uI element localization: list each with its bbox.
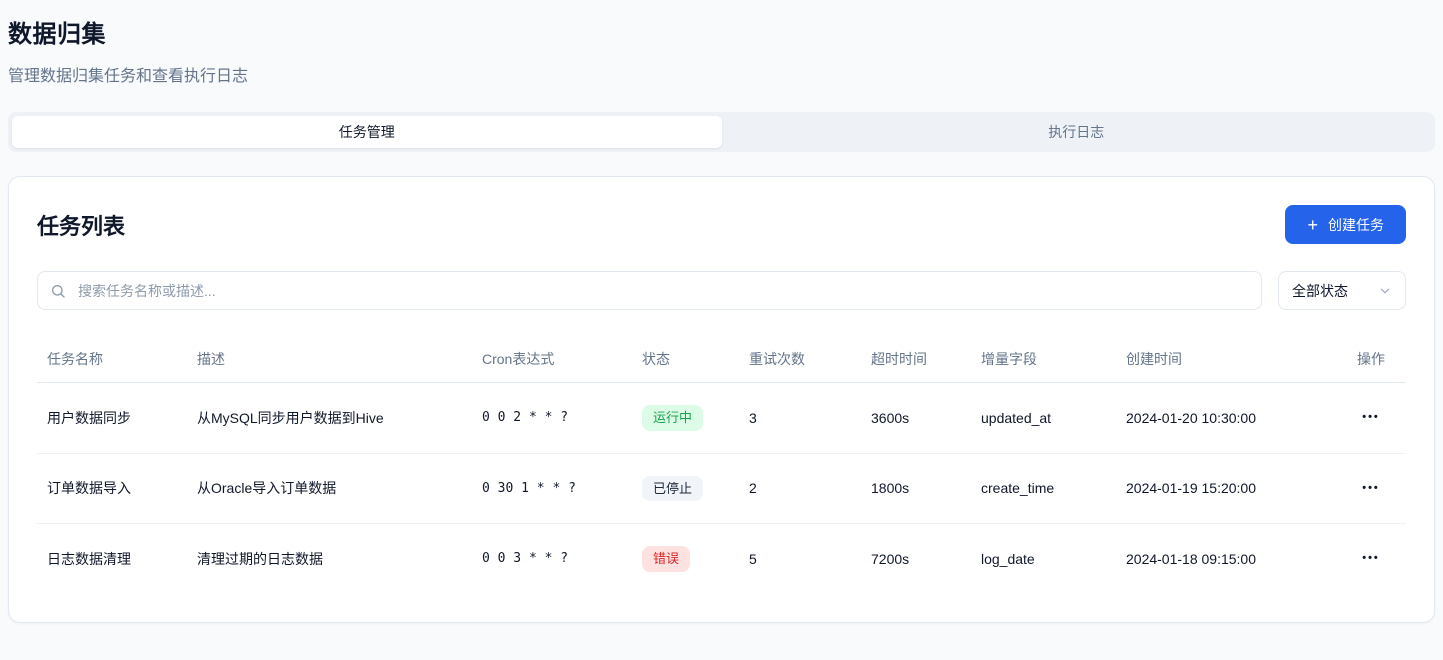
cron-expression-cell: 0 0 2 * * ? [472,383,632,454]
task-description-cell: 从MySQL同步用户数据到Hive [187,383,472,454]
search-input[interactable] [37,271,1262,310]
page-subtitle: 管理数据归集任务和查看执行日志 [8,62,1435,86]
status-filter-value: 全部状态 [1292,281,1348,301]
cron-expression-cell: 0 0 3 * * ? [472,524,632,594]
column-header-created-at: 创建时间 [1116,338,1336,383]
timeout-cell: 7200s [861,524,971,594]
ellipsis-icon: ••• [1362,482,1380,494]
status-cell: 已停止 [632,453,739,524]
task-table-body: 用户数据同步 从MySQL同步用户数据到Hive 0 0 2 * * ? 运行中… [37,383,1406,594]
task-name-cell: 订单数据导入 [37,453,187,524]
row-actions-button[interactable]: ••• [1354,477,1388,500]
create-task-button[interactable]: + 创建任务 [1285,205,1406,244]
incremental-field-cell: log_date [971,524,1116,594]
cron-expression-cell: 0 30 1 * * ? [472,453,632,524]
create-task-button-label: 创建任务 [1328,215,1384,235]
column-header-status: 状态 [632,338,739,383]
incremental-field-cell: create_time [971,453,1116,524]
column-header-actions: 操作 [1336,338,1406,383]
actions-cell: ••• [1336,383,1406,454]
tab-task-management[interactable]: 任务管理 [12,116,722,148]
task-description-cell: 从Oracle导入订单数据 [187,453,472,524]
retries-cell: 3 [739,383,861,454]
retries-cell: 5 [739,524,861,594]
table-row: 订单数据导入 从Oracle导入订单数据 0 30 1 * * ? 已停止 2 … [37,453,1406,524]
column-header-incremental-field: 增量字段 [971,338,1116,383]
task-list-panel: 任务列表 + 创建任务 全部状态 任务名称 描述 [8,176,1435,623]
task-table: 任务名称 描述 Cron表达式 状态 重试次数 超时时间 增量字段 创建时间 操… [37,338,1406,594]
search-box [37,271,1262,310]
ellipsis-icon: ••• [1362,411,1380,423]
column-header-timeout: 超时时间 [861,338,971,383]
timeout-cell: 1800s [861,453,971,524]
task-table-header: 任务名称 描述 Cron表达式 状态 重试次数 超时时间 增量字段 创建时间 操… [37,338,1406,383]
status-cell: 错误 [632,524,739,594]
task-description-cell: 清理过期的日志数据 [187,524,472,594]
panel-header: 任务列表 + 创建任务 [37,205,1406,244]
tab-execution-logs[interactable]: 执行日志 [722,116,1432,148]
panel-title: 任务列表 [37,205,125,241]
column-header-name: 任务名称 [37,338,187,383]
chevron-down-icon [1378,284,1392,298]
created-at-cell: 2024-01-18 09:15:00 [1116,524,1336,594]
status-badge: 已停止 [642,476,703,502]
ellipsis-icon: ••• [1362,552,1380,564]
created-at-cell: 2024-01-19 15:20:00 [1116,453,1336,524]
status-badge: 运行中 [642,405,703,431]
search-icon [50,283,66,299]
row-actions-button[interactable]: ••• [1354,547,1388,570]
task-name-cell: 用户数据同步 [37,383,187,454]
page-title: 数据归集 [8,14,1435,49]
status-badge: 错误 [642,546,690,572]
timeout-cell: 3600s [861,383,971,454]
actions-cell: ••• [1336,524,1406,594]
plus-icon: + [1307,216,1318,234]
table-row: 日志数据清理 清理过期的日志数据 0 0 3 * * ? 错误 5 7200s … [37,524,1406,594]
tab-execution-logs-label: 执行日志 [1048,122,1104,142]
actions-cell: ••• [1336,453,1406,524]
filter-row: 全部状态 [37,271,1406,310]
retries-cell: 2 [739,453,861,524]
table-row: 用户数据同步 从MySQL同步用户数据到Hive 0 0 2 * * ? 运行中… [37,383,1406,454]
column-header-cron: Cron表达式 [472,338,632,383]
column-header-description: 描述 [187,338,472,383]
created-at-cell: 2024-01-20 10:30:00 [1116,383,1336,454]
tab-task-management-label: 任务管理 [339,122,395,142]
column-header-retries: 重试次数 [739,338,861,383]
task-name-cell: 日志数据清理 [37,524,187,594]
row-actions-button[interactable]: ••• [1354,406,1388,429]
tab-bar: 任务管理 执行日志 [8,112,1435,152]
status-cell: 运行中 [632,383,739,454]
status-filter-select[interactable]: 全部状态 [1278,271,1406,310]
incremental-field-cell: updated_at [971,383,1116,454]
